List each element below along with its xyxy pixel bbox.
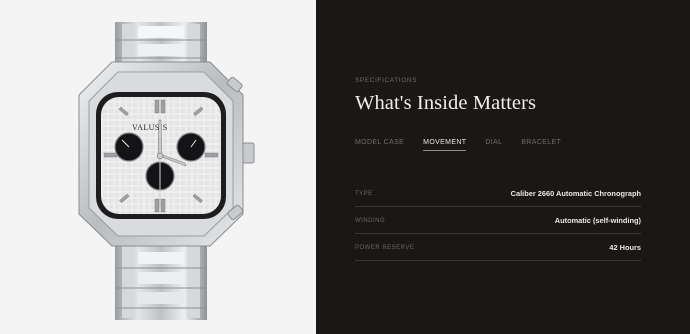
spec-row-power-reserve: POWER RESERVE 42 Hours bbox=[355, 234, 641, 261]
spec-value: Caliber 2660 Automatic Chronograph bbox=[510, 189, 641, 198]
spec-row-winding: WINDING Automatic (self-winding) bbox=[355, 207, 641, 234]
bracelet-bottom bbox=[115, 240, 207, 320]
spec-label: POWER RESERVE bbox=[355, 245, 415, 251]
spec-row-type: TYPE Caliber 2660 Automatic Chronograph bbox=[355, 180, 641, 207]
spec-value: 42 Hours bbox=[609, 243, 641, 252]
specifications-panel: SPECIFICATIONS What's Inside Matters MOD… bbox=[316, 0, 690, 334]
section-eyebrow: SPECIFICATIONS bbox=[355, 77, 418, 84]
spec-label: WINDING bbox=[355, 218, 386, 224]
spec-value: Automatic (self-winding) bbox=[554, 216, 641, 225]
spec-list: TYPE Caliber 2660 Automatic Chronograph … bbox=[355, 180, 641, 261]
dial-brand-text: VALUSIS bbox=[132, 123, 168, 132]
specifications-section: VALUSIS SPECIFICATIONS What's Inside Mat… bbox=[0, 0, 690, 334]
spec-label: TYPE bbox=[355, 191, 373, 197]
section-title: What's Inside Matters bbox=[355, 92, 537, 114]
tab-bracelet[interactable]: BRACELET bbox=[521, 139, 561, 151]
watch-image: VALUSIS bbox=[0, 0, 316, 334]
watch-illustration: VALUSIS bbox=[78, 22, 255, 320]
crown bbox=[242, 142, 255, 164]
tab-dial[interactable]: DIAL bbox=[485, 139, 502, 151]
spec-tabs: MODEL CASE MOVEMENT DIAL BRACELET bbox=[355, 139, 580, 151]
tab-model-case[interactable]: MODEL CASE bbox=[355, 139, 404, 151]
tab-movement[interactable]: MOVEMENT bbox=[423, 139, 467, 151]
